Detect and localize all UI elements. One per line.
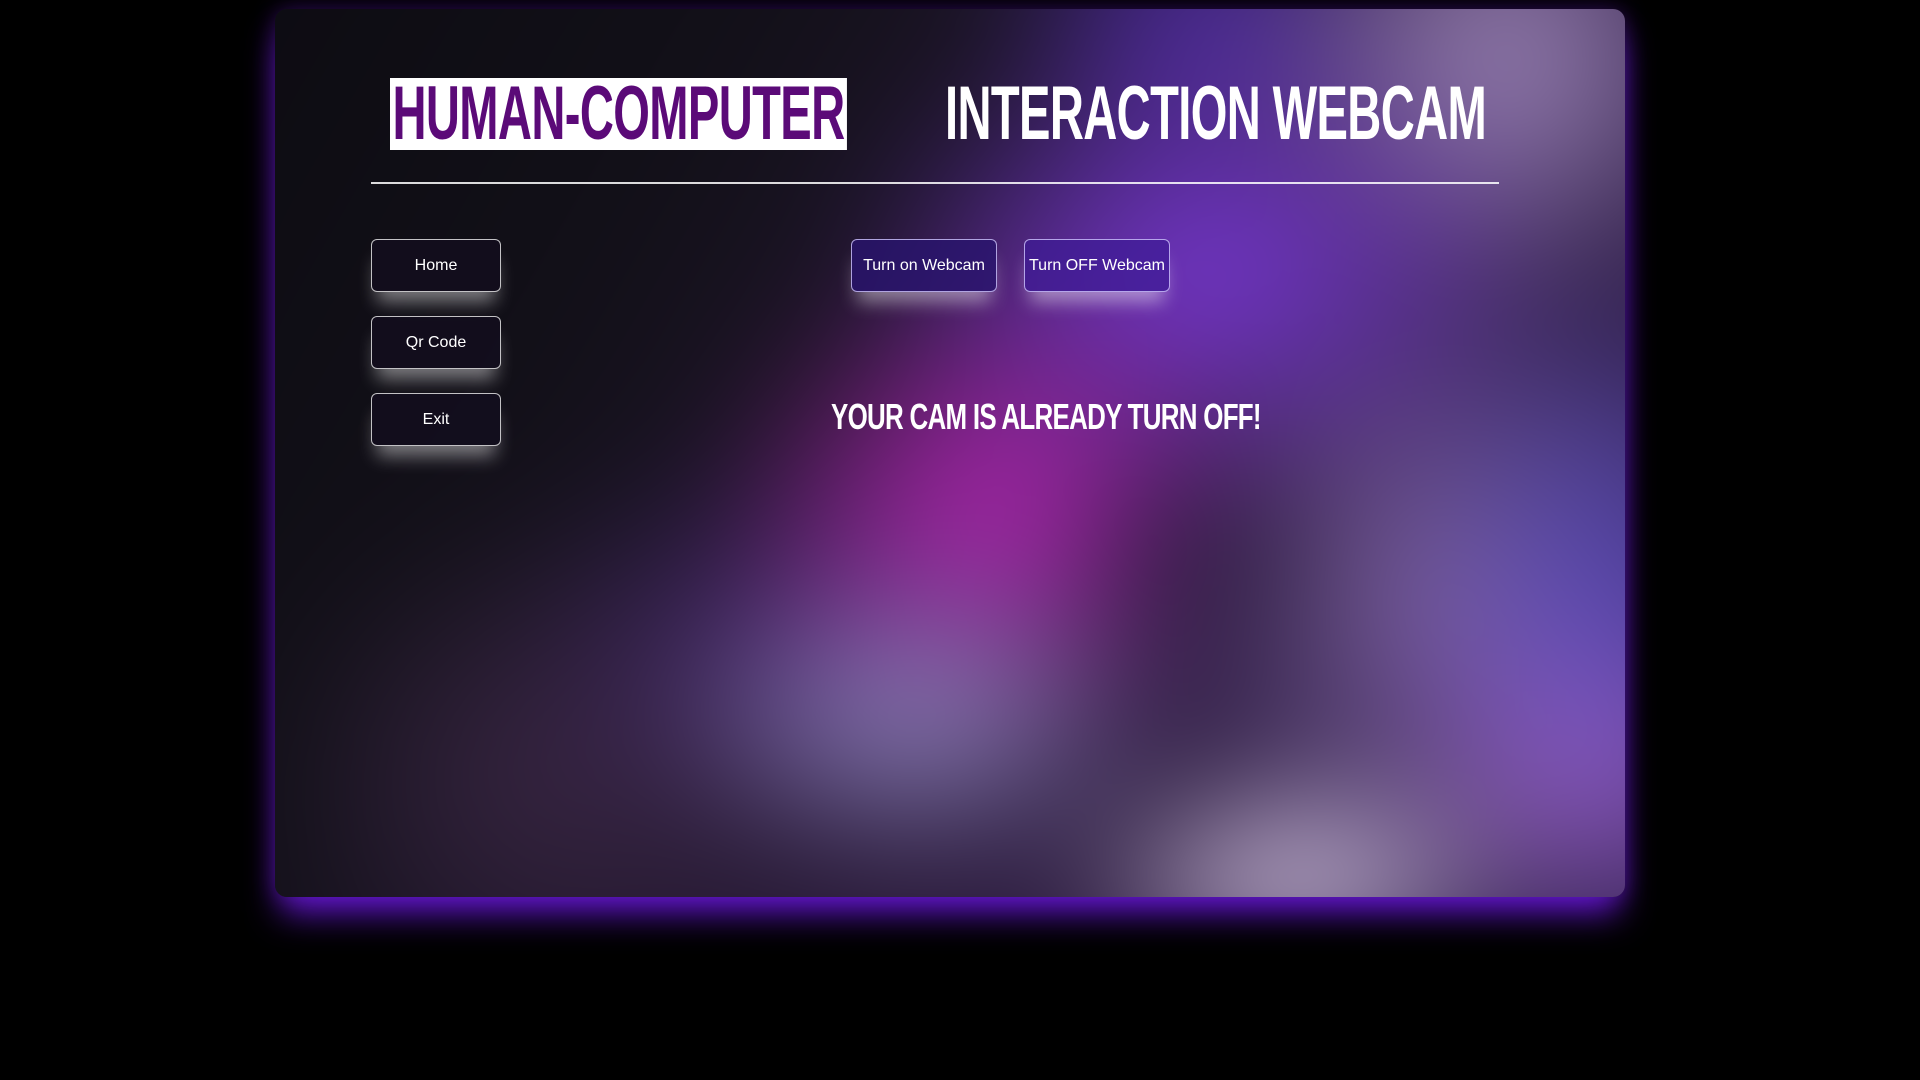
exit-button[interactable]: Exit — [371, 393, 501, 446]
turn-off-webcam-button[interactable]: Turn OFF Webcam — [1024, 239, 1170, 292]
page-title-highlight: HUMAN-COMPUTER — [390, 76, 847, 152]
page-title: HUMAN-COMPUTER INTERACTION WEBCAM — [390, 74, 1625, 154]
turn-on-webcam-button[interactable]: Turn on Webcam — [851, 239, 997, 292]
webcam-status-message: Your cam is already turn off! — [831, 396, 1262, 437]
qr-code-button[interactable]: Qr Code — [371, 316, 501, 369]
header-divider — [371, 182, 1499, 184]
app-content: HUMAN-COMPUTER INTERACTION WEBCAM Home Q… — [275, 9, 1625, 897]
home-button[interactable]: Home — [371, 239, 501, 292]
page-title-rest: INTERACTION WEBCAM — [945, 71, 1487, 156]
app-window: HUMAN-COMPUTER INTERACTION WEBCAM Home Q… — [275, 9, 1625, 897]
